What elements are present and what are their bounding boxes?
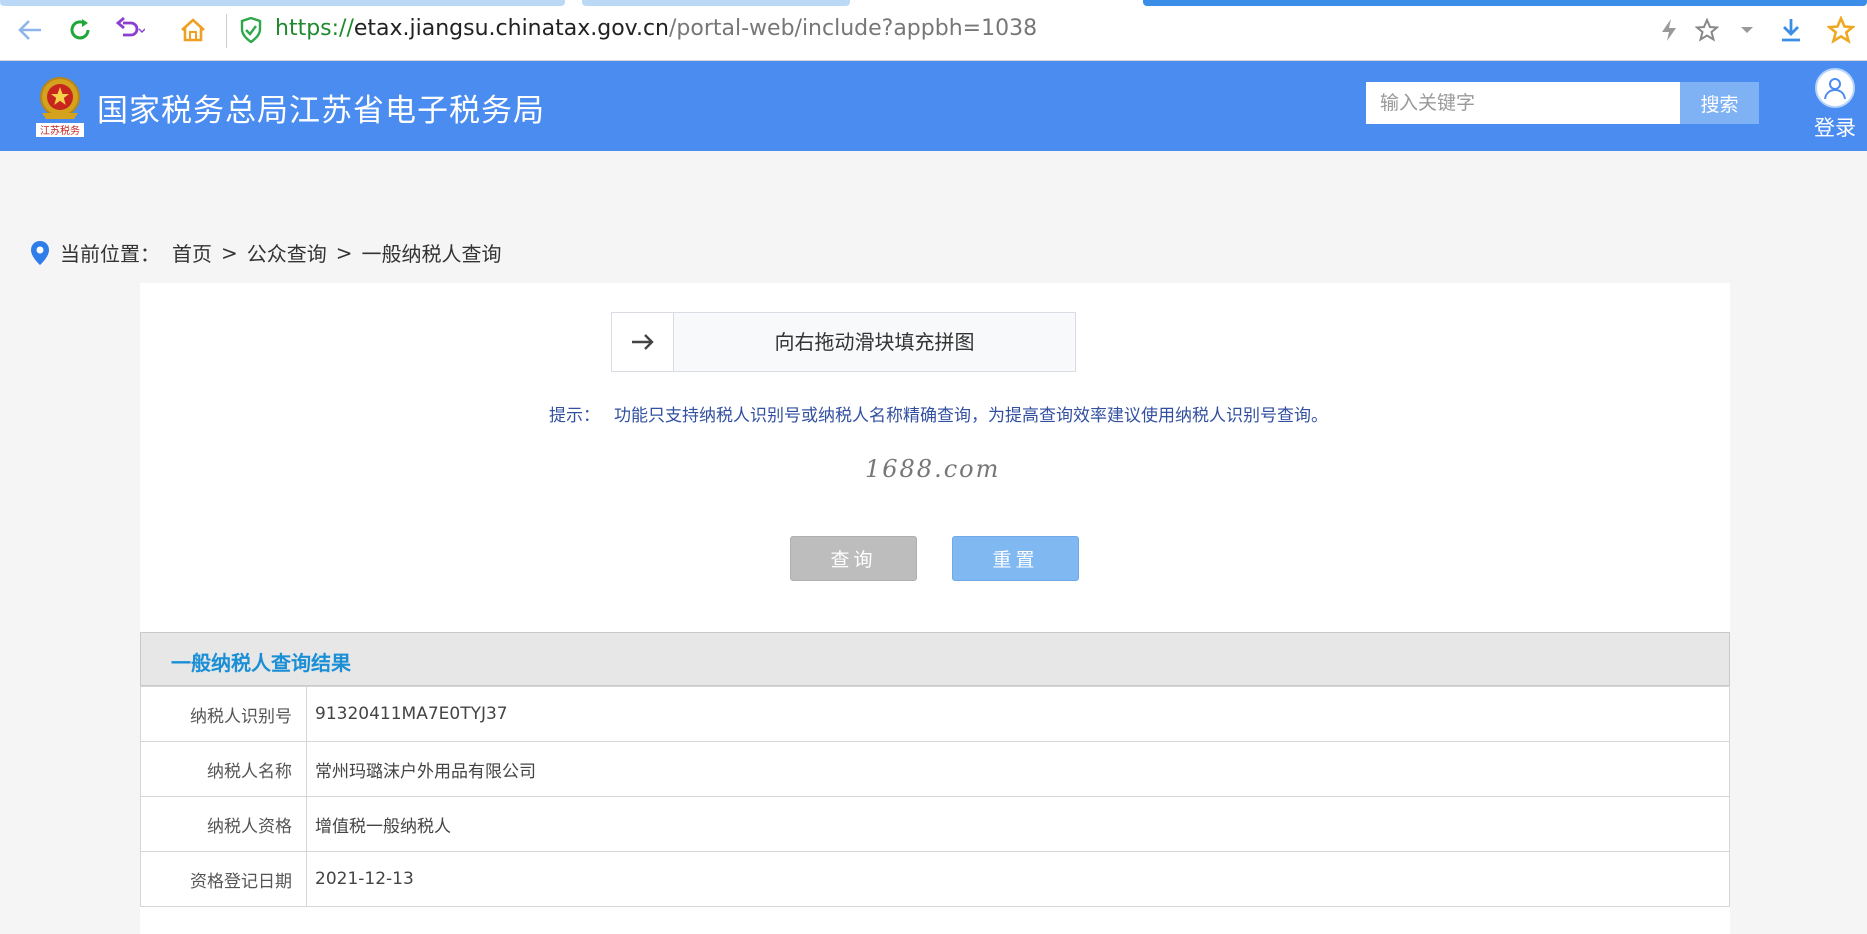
arrow-right-icon [631, 334, 654, 350]
table-row: 资格登记日期 2021-12-13 [140, 851, 1730, 907]
url-host: etax.jiangsu.chinatax.gov.cn [353, 16, 669, 41]
row-key: 纳税人名称 [140, 741, 307, 797]
hint-label: 提示： [549, 406, 600, 426]
slider-handle[interactable] [612, 313, 674, 371]
login-link[interactable]: 登录 [1814, 112, 1856, 142]
back-icon[interactable] [14, 14, 46, 46]
breadcrumb-separator: > [221, 240, 238, 265]
bookmark-star-icon[interactable] [1691, 14, 1723, 46]
results-table: 纳税人识别号 91320411MA7E0TYJ37 纳税人名称 常州玛璐沫户外用… [140, 686, 1730, 907]
breadcrumb-label: 当前位置： [60, 242, 160, 266]
row-value: 91320411MA7E0TYJ37 [306, 686, 1730, 742]
watermark: 1688.com [865, 455, 1001, 483]
secure-shield-icon[interactable] [240, 16, 262, 44]
table-row: 纳税人识别号 91320411MA7E0TYJ37 [140, 686, 1730, 742]
breadcrumb-current: 一般纳税人查询 [361, 242, 502, 266]
tab[interactable] [0, 0, 565, 6]
tab-strip [0, 0, 1867, 6]
tax-emblem-logo[interactable]: 江苏税务 [36, 73, 84, 137]
browser-toolbar: https://etax.jiangsu.chinatax.gov.cn/por… [0, 0, 1867, 61]
slider-captcha[interactable]: 向右拖动滑块填充拼图 [611, 312, 1076, 372]
results-header: 一般纳税人查询结果 [140, 632, 1730, 686]
chevron-down-icon[interactable] [1731, 14, 1763, 46]
table-row: 纳税人名称 常州玛璐沫户外用品有限公司 [140, 741, 1730, 797]
search-button[interactable]: 搜索 [1680, 82, 1759, 124]
row-key: 纳税人资格 [140, 796, 307, 852]
site-header: 江苏税务 国家税务总局江苏省电子税务局 搜索 登录 [0, 61, 1867, 151]
home-icon[interactable] [177, 14, 209, 46]
emblem-text: 江苏税务 [40, 124, 80, 137]
search-input[interactable] [1366, 82, 1680, 124]
lightning-icon[interactable] [1653, 14, 1685, 46]
user-avatar-icon[interactable] [1815, 68, 1855, 108]
breadcrumb: 当前位置： 首页 > 公众查询 > 一般纳税人查询 [30, 238, 502, 267]
results-title: 一般纳税人查询结果 [171, 651, 351, 675]
breadcrumb-home[interactable]: 首页 [172, 238, 212, 267]
reset-button[interactable]: 重置 [952, 536, 1079, 581]
active-tab[interactable] [1143, 0, 1867, 6]
tab[interactable] [582, 0, 850, 6]
undo-close-tab-icon[interactable] [114, 14, 146, 46]
row-key: 纳税人识别号 [140, 686, 307, 742]
row-value: 2021-12-13 [306, 851, 1730, 907]
row-value: 增值税一般纳税人 [306, 796, 1730, 852]
location-pin-icon [31, 240, 49, 265]
reload-icon[interactable] [64, 14, 96, 46]
url-path: /portal-web/include?appbh=1038 [669, 16, 1038, 41]
table-row: 纳税人资格 增值税一般纳税人 [140, 796, 1730, 852]
row-key: 资格登记日期 [140, 851, 307, 907]
breadcrumb-separator: > [335, 240, 353, 265]
slider-instruction: 向右拖动滑块填充拼图 [774, 330, 975, 354]
breadcrumb-public-query[interactable]: 公众查询 [247, 238, 327, 267]
hint-text: 功能只支持纳税人识别号或纳税人名称精确查询，为提高查询效率建议使用纳税人识别号查… [614, 406, 1328, 426]
row-value: 常州玛璐沫户外用品有限公司 [306, 741, 1730, 797]
site-title: 国家税务总局江苏省电子税务局 [97, 93, 545, 129]
address-bar[interactable]: https://etax.jiangsu.chinatax.gov.cn/por… [275, 16, 1037, 41]
url-scheme: https:// [275, 16, 354, 41]
query-button[interactable]: 查询 [790, 536, 917, 581]
favorites-star-icon[interactable] [1825, 14, 1857, 46]
toolbar-separator [226, 14, 227, 48]
query-hint: 提示： 功能只支持纳税人识别号或纳税人名称精确查询，为提高查询效率建议使用纳税人识… [549, 401, 1328, 426]
download-icon[interactable] [1775, 14, 1807, 46]
